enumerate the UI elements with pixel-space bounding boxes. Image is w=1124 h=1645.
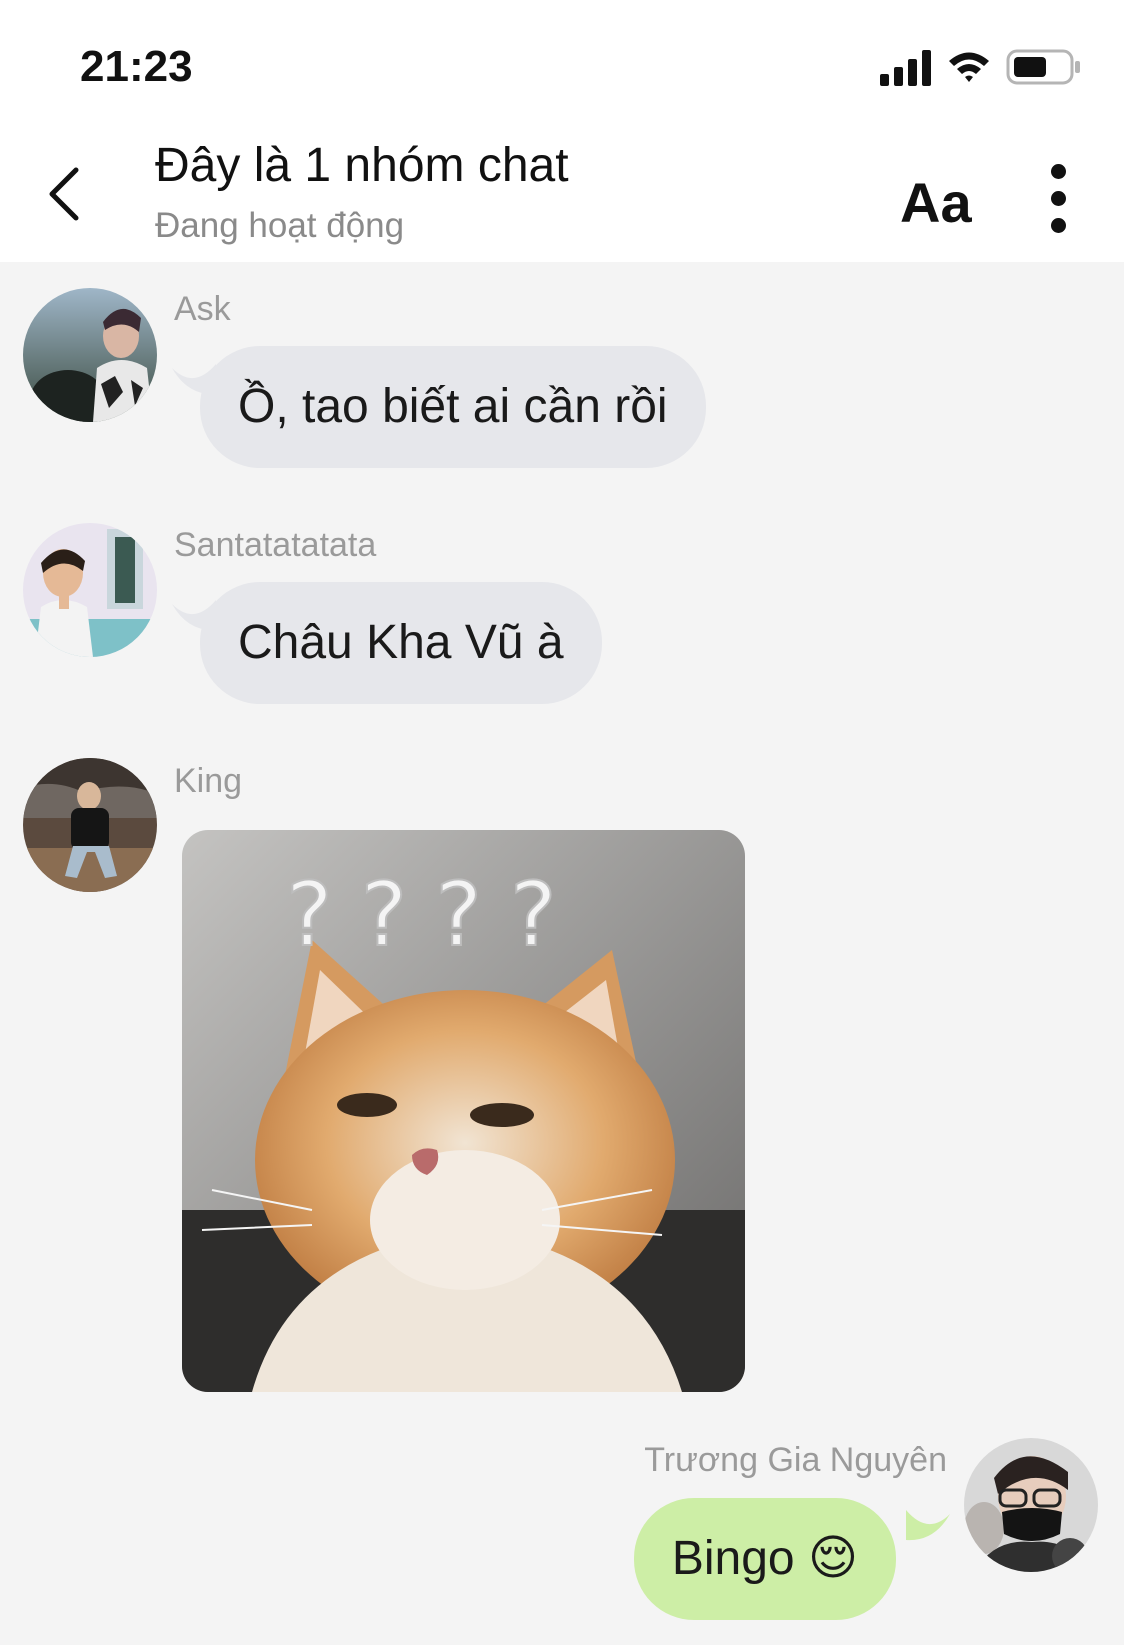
cat-sticker-image[interactable]: ? ? ? ? xyxy=(182,830,745,1392)
status-time: 21:23 xyxy=(80,42,193,91)
wifi-icon xyxy=(949,52,989,82)
sender-name: Ask xyxy=(174,290,231,328)
bubble-tail-outgoing xyxy=(906,1510,950,1541)
battery-icon xyxy=(1006,49,1080,85)
chat-title[interactable]: Đây là 1 nhóm chat xyxy=(155,138,569,193)
avatar-truong-gia-nguyen[interactable] xyxy=(964,1438,1098,1572)
message-bubble[interactable]: Châu Kha Vũ à xyxy=(200,582,602,704)
sender-name: King xyxy=(174,762,243,800)
chat-header: Đây là 1 nhóm chat Đang hoạt động Aa xyxy=(0,120,1124,262)
more-icon-dot xyxy=(1050,191,1066,206)
sender-name: Santatatatata xyxy=(174,526,377,564)
status-bar: 21:23 xyxy=(0,0,1124,120)
avatar-santatatatata[interactable] xyxy=(23,523,157,657)
message-bubble-outgoing[interactable]: Bingo 😌 xyxy=(633,1498,896,1620)
avatar-ask[interactable] xyxy=(23,288,157,422)
sticker-question-marks: ? ? ? ? xyxy=(286,863,557,966)
message-bubble[interactable]: Ồ, tao biết ai cần rồi xyxy=(200,346,706,468)
more-icon-dot xyxy=(1050,218,1066,233)
more-icon xyxy=(1050,164,1066,179)
more-options-button[interactable] xyxy=(1040,164,1076,240)
back-button[interactable] xyxy=(40,164,90,224)
font-size-button[interactable]: Aa xyxy=(900,170,972,235)
chat-status: Đang hoạt động xyxy=(155,206,405,245)
sender-name: Trương Gia Nguyên xyxy=(644,1441,947,1479)
cat-sticker-graphic: ? ? ? ? xyxy=(182,830,745,1392)
cellular-signal-icon xyxy=(880,50,931,86)
avatar-king[interactable] xyxy=(23,758,157,892)
